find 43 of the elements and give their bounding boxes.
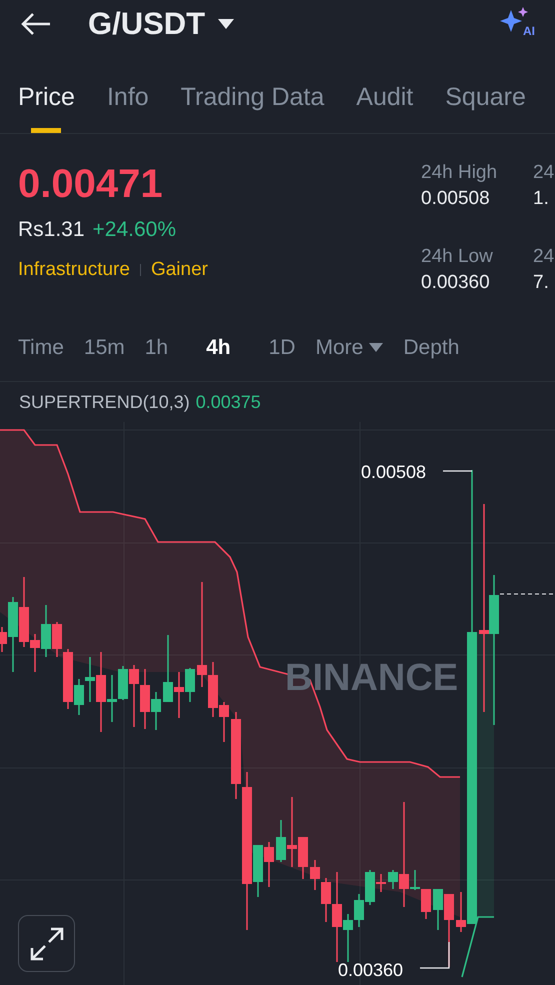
candlestick: [219, 702, 229, 742]
candlestick: [185, 668, 195, 702]
interval-tab[interactable]: 1h: [144, 332, 168, 364]
watermark-logo: BINANCE: [285, 656, 458, 701]
last-price: 0.00471: [18, 161, 164, 208]
local-price: Rs1.31: [18, 217, 85, 243]
stat-label: 24h Low: [421, 245, 494, 269]
tab[interactable]: Trading Data: [180, 82, 324, 133]
stat-value: 0.00508: [421, 187, 491, 211]
interval-tab[interactable]: 1D: [268, 332, 296, 364]
tab[interactable]: Audit: [356, 82, 414, 133]
expand-icon: [28, 926, 64, 962]
tab[interactable]: Square: [445, 82, 526, 133]
caret-down-icon: [369, 343, 384, 352]
tab[interactable]: Info: [106, 82, 149, 133]
high-price-label: 0.00508: [361, 461, 426, 484]
interval-tab[interactable]: Depth: [403, 332, 460, 364]
indicator-value: 0.00375: [196, 390, 261, 414]
ai-assistant-button[interactable]: AI: [499, 6, 535, 42]
category-tag[interactable]: Gainer: [150, 256, 208, 284]
back-arrow-icon[interactable]: [20, 12, 52, 36]
indicator-name: SUPERTREND(10,3): [19, 390, 190, 414]
low-price-label: 0.00360: [338, 959, 404, 982]
interval-tab[interactable]: More: [315, 332, 384, 364]
pair-title[interactable]: G/USDT: [88, 0, 206, 48]
stat-label: 24: [533, 245, 555, 269]
leader-line: [420, 942, 451, 969]
stat-label: 24h High: [421, 161, 498, 185]
price-change: +24.60%: [92, 217, 176, 243]
stat-value: 1.: [533, 187, 550, 211]
interval-tab[interactable]: 4h: [206, 332, 231, 364]
stat-value: 0.00360: [421, 271, 491, 295]
stat-value: 7.: [533, 271, 550, 295]
fullscreen-button[interactable]: [18, 915, 75, 972]
stat-label: 24: [533, 161, 555, 185]
candlestick: [264, 842, 274, 887]
category-tag[interactable]: Infrastructure: [18, 256, 130, 284]
interval-tab[interactable]: Time: [18, 332, 64, 364]
tab[interactable]: Price: [18, 82, 75, 133]
caret-down-icon[interactable]: [217, 18, 236, 30]
supertrend-line: [461, 916, 494, 978]
interval-tab[interactable]: 15m: [84, 332, 125, 364]
leader-line: [443, 470, 473, 474]
